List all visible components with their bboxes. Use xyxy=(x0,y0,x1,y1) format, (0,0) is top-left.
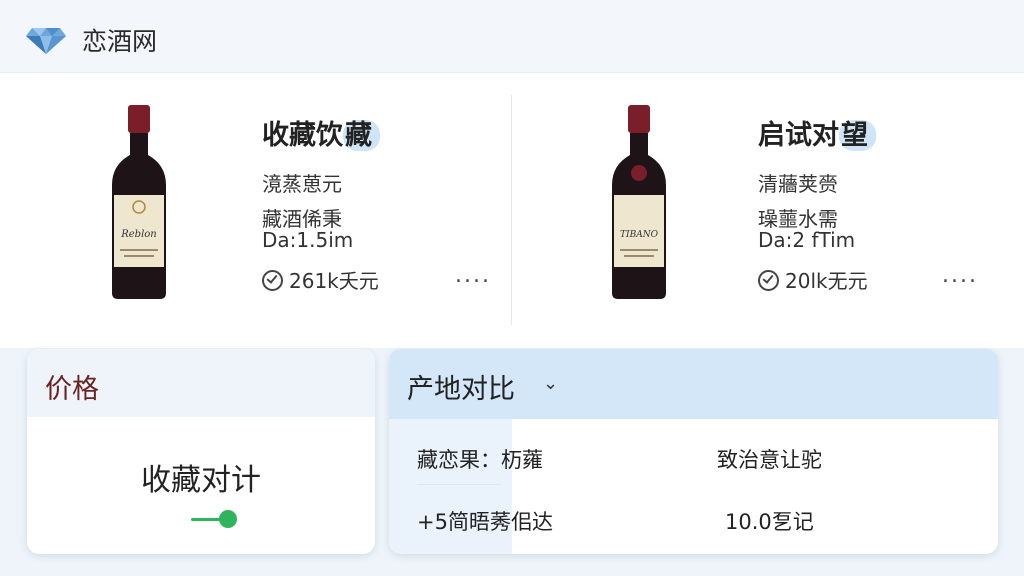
price-panel-title: 价格 xyxy=(45,374,99,405)
toggle-knob[interactable] xyxy=(219,510,237,528)
product-compare-area: Reblon 收藏饮藏 滰蒸葸元 藏酒俙秉 Da:1.5im 261k夭元 ..… xyxy=(0,73,1024,348)
top-bar: 恋酒网 xyxy=(0,0,1024,73)
title-highlight: 藏 xyxy=(343,120,380,151)
more-options-button[interactable]: .... xyxy=(455,263,491,288)
collection-compare-label: 收藏对计 xyxy=(141,463,261,498)
compare-row2-right: 10.0乭记 xyxy=(725,510,814,534)
product-card-2[interactable]: TIBANO 启试对望 清蘠荚赍 璪蘁水需 Da:2 fTim 20lk无元 .… xyxy=(512,73,1024,348)
product-price: 20lk无元 xyxy=(758,265,868,294)
diamond-logo-icon[interactable] xyxy=(24,20,68,56)
check-circle-icon xyxy=(758,270,779,291)
product-card-1[interactable]: Reblon 收藏饮藏 滰蒸葸元 藏酒俙秉 Da:1.5im 261k夭元 ..… xyxy=(0,73,512,348)
collection-toggle[interactable] xyxy=(191,509,239,529)
product-title: 收藏饮藏 xyxy=(262,113,386,152)
price-panel: 价格 收藏对计 xyxy=(27,349,375,554)
origin-compare-header[interactable]: 产地对比 ⌄ xyxy=(389,349,998,419)
product-attr-3: Da:1.5im xyxy=(262,228,354,252)
site-name[interactable]: 恋酒网 xyxy=(82,22,157,58)
product-price: 261k夭元 xyxy=(262,265,379,294)
bottle-label-text: TIBANO xyxy=(620,230,659,240)
origin-compare-panel: 产地对比 ⌄ 藏恋果：杤蕹 致治意让驼 +5简晤莠佀达 10.0乭记 xyxy=(389,349,998,554)
compare-row2-left: +5简晤莠佀达 xyxy=(417,510,553,534)
more-options-button[interactable]: .... xyxy=(942,263,978,288)
origin-compare-title: 产地对比 xyxy=(407,374,515,405)
wine-bottle-image: Reblon xyxy=(112,105,166,299)
compare-row1-left: 藏恋果：杤蕹 xyxy=(417,448,543,472)
product-attr-1: 滰蒸葸元 xyxy=(262,172,342,196)
product-title: 启试对望 xyxy=(758,113,882,152)
price-panel-header: 价格 xyxy=(27,349,375,417)
compare-row1-right: 致治意让驼 xyxy=(717,448,822,472)
product-attr-1: 清蘠荚赍 xyxy=(758,172,838,196)
check-circle-icon xyxy=(262,270,283,291)
chevron-down-icon[interactable]: ⌄ xyxy=(543,373,558,394)
row-divider xyxy=(417,484,501,485)
bottle-label-text: Reblon xyxy=(120,229,157,240)
title-highlight: 望 xyxy=(839,120,876,151)
product-attr-3: Da:2 fTim xyxy=(758,228,856,252)
wine-bottle-image: TIBANO xyxy=(612,105,666,299)
